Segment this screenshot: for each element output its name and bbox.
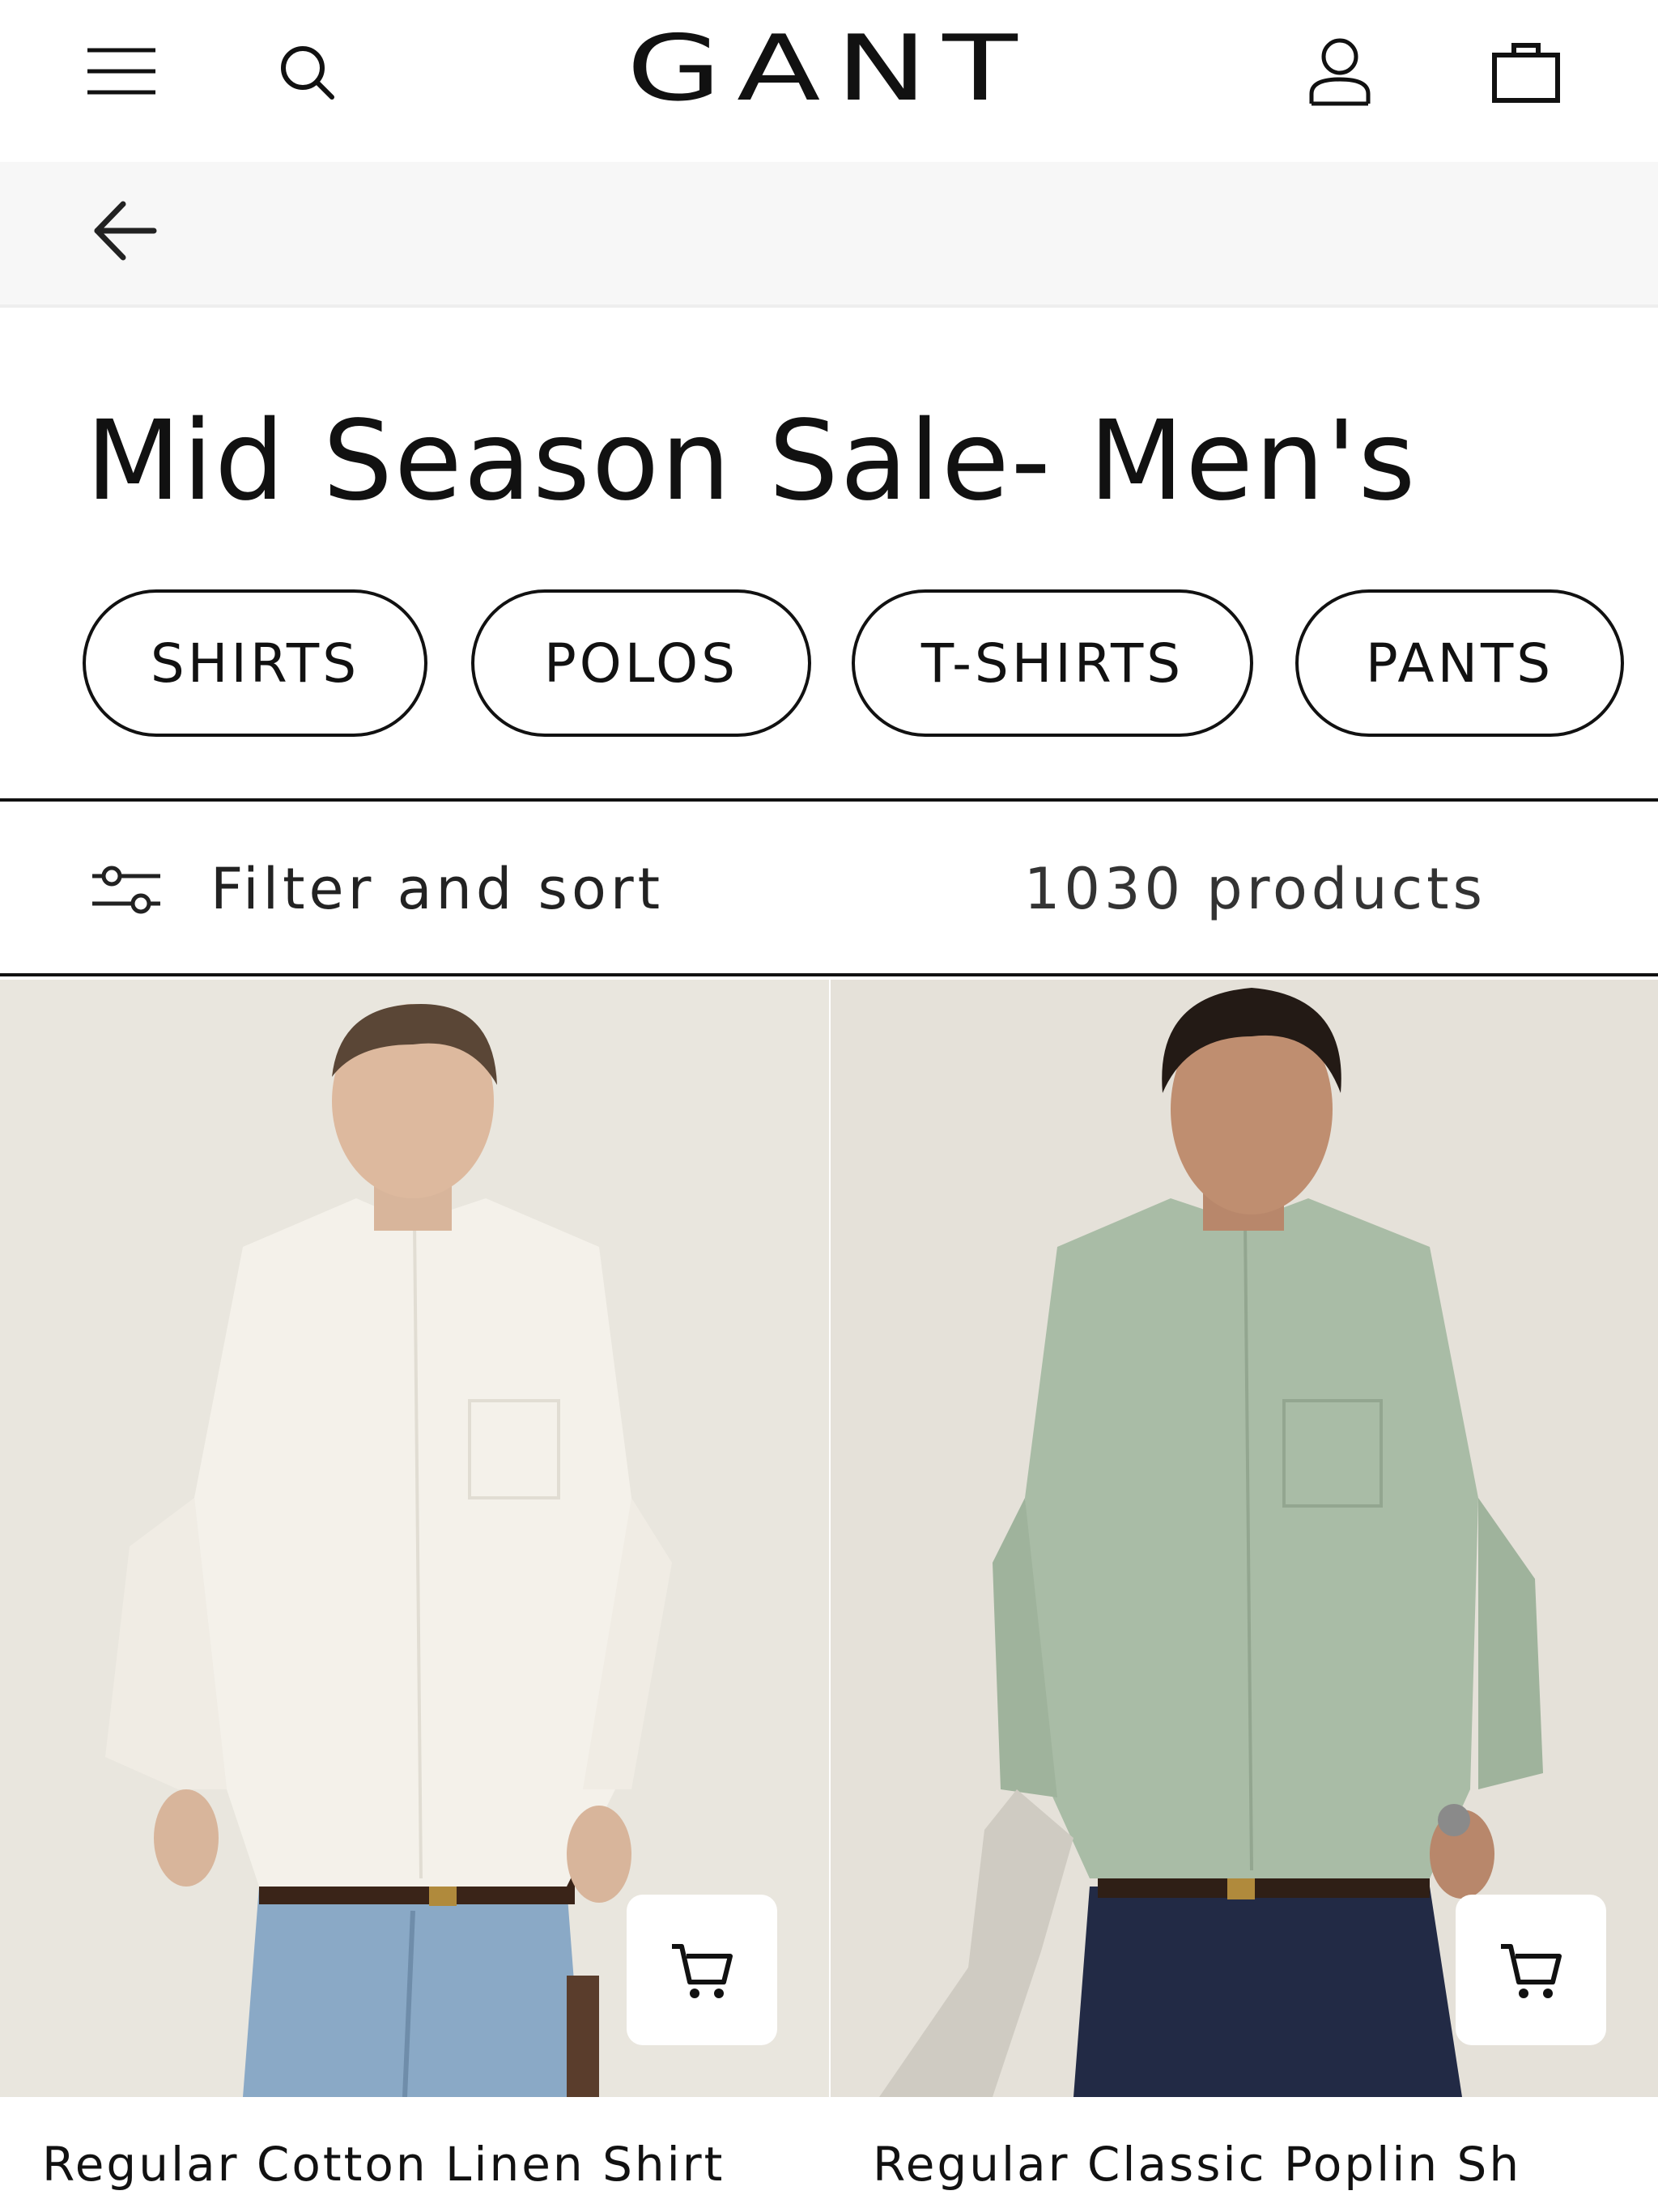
cart-icon xyxy=(1501,1944,1562,1998)
back-navigation-bar xyxy=(0,162,1658,308)
filter-sort-label: Filter and sort xyxy=(210,856,665,922)
page-title: Mid Season Sale- Men's xyxy=(86,398,1418,525)
category-chip-polos[interactable]: POLOS xyxy=(471,589,811,737)
account-button[interactable] xyxy=(1303,36,1376,108)
product-card[interactable]: Regular Cotton Linen Shirt xyxy=(0,980,829,2212)
product-name[interactable]: Regular Cotton Linen Shirt xyxy=(42,2136,811,2193)
filter-sort-button[interactable]: Filter and sort xyxy=(89,847,704,931)
cart-icon xyxy=(672,1944,733,1998)
logo-text: GANT xyxy=(627,16,1033,121)
brand-logo[interactable]: GANT xyxy=(559,16,1101,121)
menu-icon xyxy=(87,48,155,95)
site-header: GANT xyxy=(0,0,1658,162)
product-card[interactable]: Regular Classic Poplin Sh xyxy=(831,980,1658,2212)
arrow-left-icon xyxy=(94,201,157,261)
search-button[interactable] xyxy=(275,40,340,105)
bag-button[interactable] xyxy=(1490,40,1562,105)
add-to-cart-button[interactable] xyxy=(627,1895,777,2045)
search-icon xyxy=(281,46,334,100)
product-name[interactable]: Regular Classic Poplin Sh xyxy=(873,2136,1642,2193)
bag-icon xyxy=(1492,43,1560,103)
back-button[interactable] xyxy=(89,194,162,267)
product-count: 1030 products xyxy=(1023,856,1486,922)
category-chip-t-shirts[interactable]: T-SHIRTS xyxy=(852,589,1253,737)
category-chip-shirts[interactable]: SHIRTS xyxy=(83,589,427,737)
filter-sort-bar: Filter and sort 1030 products xyxy=(0,798,1658,976)
account-icon xyxy=(1309,38,1371,106)
menu-button[interactable] xyxy=(84,45,159,97)
add-to-cart-button[interactable] xyxy=(1456,1895,1606,2045)
sliders-icon xyxy=(92,866,160,914)
category-chip-pants[interactable]: PANTS xyxy=(1295,589,1624,737)
category-chips: SHIRTS POLOS T-SHIRTS PANTS xyxy=(83,589,1658,737)
